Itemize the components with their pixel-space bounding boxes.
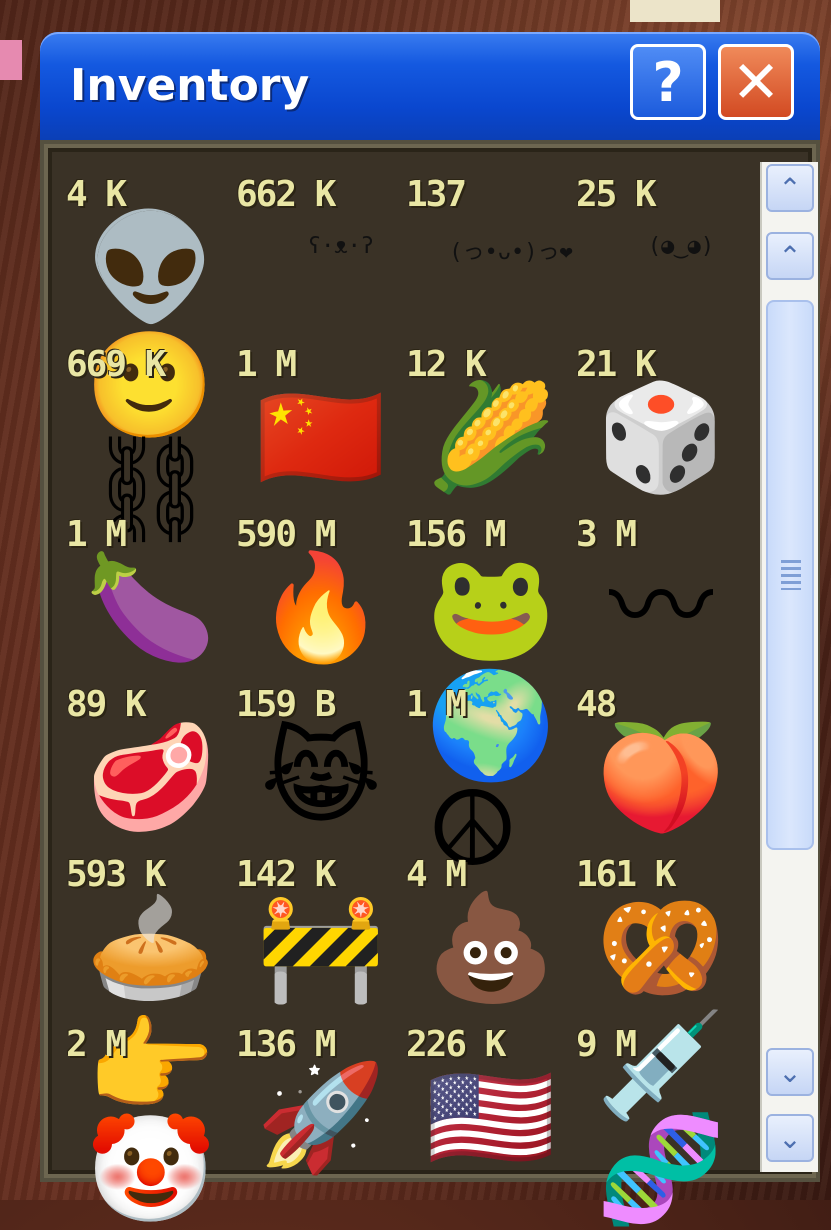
dice-icon: 🎲 — [596, 376, 726, 498]
inventory-slot[interactable]: 669 K 🙂⛓ — [66, 324, 236, 550]
usa-flag-icon: 🇺🇸 — [426, 1056, 556, 1178]
meat-icon: 🥩 — [86, 716, 216, 838]
item-quantity: 161 K — [576, 854, 676, 895]
background-decoration — [0, 40, 22, 80]
inventory-slot[interactable]: 161 K 🥨 — [576, 854, 746, 1022]
inventory-slot[interactable]: 593 K 🥧 — [66, 854, 236, 1022]
china-flag-icon: 🇨🇳 — [256, 376, 386, 498]
item-quantity: 3 M — [576, 514, 637, 555]
scrollbar-thumb[interactable] — [766, 300, 814, 850]
inventory-slot[interactable]: 137 (っ•ᴗ•)っ❤ — [406, 174, 576, 342]
inventory-slot[interactable]: 4 M 💩 — [406, 854, 576, 1022]
alien-icon: 👽 — [86, 206, 216, 328]
inventory-slot[interactable]: 12 K 🌽 — [406, 344, 576, 512]
inventory-slot[interactable]: 9 M 💉🧬 — [576, 1004, 746, 1230]
item-quantity: 136 M — [236, 1024, 336, 1065]
window-title: Inventory — [70, 60, 310, 111]
inventory-slot[interactable]: 89 K 🥩 — [66, 684, 236, 852]
inventory-window: Inventory ? ✕ 4 K 👽 662 Kʕ·ᴥ·ʔ 137 (っ•ᴗ•)っ❤ 2… — [40, 32, 820, 1221]
grip-icon — [781, 560, 801, 590]
inventory-slot[interactable]: 590 M 🔥 — [236, 514, 406, 682]
inventory-slot[interactable]: 25 K (◕‿◕) — [576, 174, 746, 342]
kaomoji-bear-icon: ʕ·ᴥ·ʔ — [307, 234, 375, 259]
inventory-slot[interactable]: 156 M 🐸 — [406, 514, 576, 682]
background-decoration — [630, 0, 720, 22]
close-button[interactable]: ✕ — [718, 44, 794, 120]
inventory-slot[interactable]: 21 K 🎲 — [576, 344, 746, 512]
inventory-slot[interactable]: 226 K 🇺🇸 — [406, 1024, 576, 1192]
whip-icon: 〰 — [608, 546, 713, 668]
item-quantity: 48 — [576, 684, 617, 725]
kaomoji-eyes-icon: (◕‿◕) — [647, 234, 715, 259]
item-quantity: 142 K — [236, 854, 336, 895]
item-quantity: 1 M — [236, 344, 297, 385]
item-quantity: 662 K — [236, 174, 336, 215]
frog-icon: 🐸 — [426, 546, 556, 668]
pointing-clown-icon: 👉🤡 — [86, 1004, 216, 1230]
inventory-slot[interactable]: 3 M 〰 — [576, 514, 746, 682]
inventory-slot[interactable]: 4 K 👽 — [66, 174, 236, 342]
pie-icon: 🥧 — [86, 886, 216, 1008]
item-quantity: 4 K — [66, 174, 127, 215]
item-quantity: 1 M — [66, 514, 127, 555]
scroll-up-button[interactable]: ⌃ — [766, 232, 814, 280]
item-quantity: 226 K — [406, 1024, 506, 1065]
inventory-panel: 4 K 👽 662 Kʕ·ᴥ·ʔ 137 (っ•ᴗ•)っ❤ 25 K (◕‿◕) 669 K 🙂… — [40, 140, 820, 1221]
item-quantity: 137 — [406, 174, 467, 215]
smile-chain-icon: 🙂⛓ — [84, 324, 218, 550]
item-quantity: 4 M — [406, 854, 467, 895]
item-quantity: 25 K — [576, 174, 657, 215]
item-quantity: 590 M — [236, 514, 336, 555]
item-quantity: 21 K — [576, 344, 657, 385]
inventory-slot[interactable]: 142 K 🚧 — [236, 854, 406, 1022]
item-quantity: 2 M — [66, 1024, 127, 1065]
globe-peace-icon: 🌍☮ — [426, 664, 556, 890]
pretzel-icon: 🥨 — [596, 886, 726, 1008]
item-quantity: 12 K — [406, 344, 487, 385]
item-quantity: 9 M — [576, 1024, 637, 1065]
title-bar[interactable]: Inventory ? ✕ — [40, 32, 820, 140]
item-quantity: 89 K — [66, 684, 147, 725]
corn-icon: 🌽 — [426, 376, 556, 498]
help-button[interactable]: ? — [630, 44, 706, 120]
item-quantity: 593 K — [66, 854, 166, 895]
item-quantity: 669 K — [66, 344, 166, 385]
peach-icon: 🍑 — [596, 716, 726, 838]
item-quantity: 1 M — [406, 684, 467, 725]
inventory-slot[interactable]: 48 🍑 — [576, 684, 746, 852]
scroll-top-button[interactable]: ⌃ — [766, 164, 814, 212]
poop-icon: 💩 — [426, 886, 556, 1008]
item-quantity: 159 B — [236, 684, 336, 725]
inventory-slot[interactable]: 159 B 😹 — [236, 684, 406, 852]
vertical-scrollbar[interactable]: ⌃ ⌃ ⌄ ⌄ — [760, 162, 818, 1172]
inventory-slot[interactable]: 1 M 🌍☮ — [406, 664, 576, 890]
inventory-slot[interactable]: 662 K ʕ·ᴥ·ʔ — [236, 174, 406, 342]
scroll-bottom-button[interactable]: ⌄ — [766, 1114, 814, 1162]
kaomoji-heart-icon: (っ•ᴗ•)っ❤ — [449, 240, 573, 265]
inventory-slot[interactable]: 2 M 👉🤡 — [66, 1004, 236, 1230]
inventory-slot[interactable]: 136 M 🚀 — [236, 1024, 406, 1192]
fire-icon: 🔥 — [256, 546, 386, 668]
inventory-slot[interactable]: 1 M 🇨🇳 — [236, 344, 406, 512]
item-quantity: 156 M — [406, 514, 506, 555]
inventory-slot[interactable]: 1 M 🍆 — [66, 514, 236, 682]
rocket-icon: 🚀 — [256, 1056, 386, 1178]
syringe-dna-icon: 💉🧬 — [596, 1004, 726, 1230]
scroll-down-button[interactable]: ⌄ — [766, 1048, 814, 1096]
cat-tears-of-joy-icon: 😹 — [260, 716, 382, 838]
eggplant-icon: 🍆 — [86, 546, 216, 668]
under-construction-sign-icon: 🚧 — [256, 886, 386, 1008]
